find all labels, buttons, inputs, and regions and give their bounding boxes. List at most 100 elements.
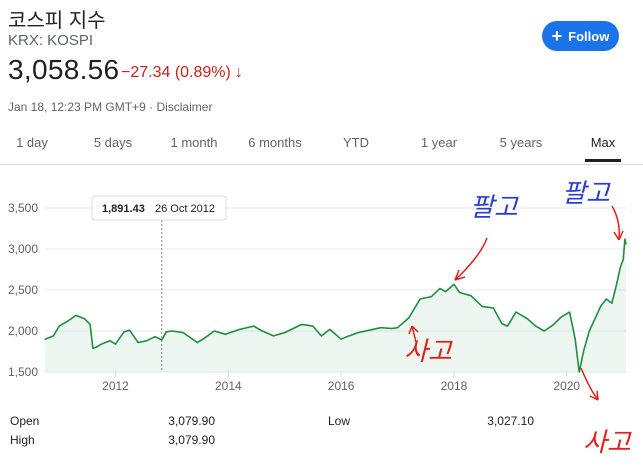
price-point [224,333,227,335]
price-point [470,295,472,297]
price-point [444,291,447,293]
arrow-icon [580,367,599,401]
tab-6-months[interactable]: 6 months [246,124,304,162]
price-point [154,336,156,338]
price-point [44,338,46,340]
arrow-icon [454,237,488,281]
price-change-value: −27.34 (0.89%) [121,64,231,81]
price-point [611,302,613,304]
price-point [605,298,607,300]
price-point [340,338,342,340]
price-point [526,318,528,320]
annotation-buy-text: 사고 [404,336,453,366]
price-point [58,325,60,327]
price-point [619,266,622,268]
exchange-ticker: KRX: KOSPI [8,32,94,49]
price-point [368,329,370,331]
y-tick-label: 3,000 [8,242,38,256]
annotation-sell-2: 팔고 [562,178,624,241]
x-tick-label: 2016 [328,379,355,393]
price-point [574,338,576,340]
price-point [100,343,102,345]
price-point [501,323,503,325]
stat-open-value: 3,079.90 [168,414,215,428]
price-point [396,327,399,329]
price-point [594,318,596,320]
tab-1-year[interactable]: 1 year [419,124,459,162]
stat-high-value: 3,079.90 [168,433,215,447]
price-point [588,330,590,332]
tabs-divider [0,164,643,165]
price-point [459,291,461,294]
price-point [196,341,198,344]
chart-tooltip: 1,891.43 26 Oct 2012 [91,195,227,221]
price-point [625,243,627,245]
tooltip-date: 26 Oct 2012 [155,203,215,215]
price-point [301,323,303,325]
price-point [312,325,314,327]
tab-5-days[interactable]: 5 days [92,124,134,162]
y-tick-label: 3,500 [8,201,38,215]
price-point [114,343,117,345]
price-area-fill [45,239,626,372]
tab-1-day[interactable]: 1 day [16,124,48,162]
price-point [391,327,393,330]
price-point [569,311,571,313]
x-tick-label: 2020 [553,379,580,393]
annotation-buy-text: 사고 [583,427,631,457]
price-point [239,328,241,330]
price-point [213,330,215,332]
price-point [552,324,554,326]
follow-button[interactable]: + Follow [542,21,619,51]
stat-high-label: High [10,433,35,447]
stat-low-label: Low [328,414,351,428]
price-point [543,330,545,332]
price-point [453,283,455,285]
annotation-buy-2-arrow [580,367,599,401]
price-point [346,336,348,338]
price-point [380,327,382,329]
disclaimer-link[interactable]: Disclaimer [156,100,212,114]
price-point [506,325,509,327]
price-point [583,350,585,352]
annotation-sell-text: 팔고 [562,178,611,208]
plus-icon: + [551,26,563,46]
separator-dot: · [149,100,154,114]
range-tabs: 1 day 5 days 1 month 6 months YTD 1 year… [0,124,643,164]
price-point [92,347,94,349]
price-point [253,325,255,327]
tab-5-years[interactable]: 5 years [498,124,544,162]
price-point [145,340,148,342]
price-point [137,341,139,344]
annotation-buy-2: 사고 [583,422,631,459]
tab-max[interactable]: Max [585,124,621,162]
annotation-sell-1: 팔고 [454,192,519,281]
price-chart[interactable]: 1,5002,0002,5003,0003,500 2012 2014 2016 20… [0,170,643,402]
price-point [109,340,111,342]
price-point [83,318,86,320]
price-point [95,346,97,348]
price-point [329,328,331,330]
y-tick-label: 1,500 [8,365,38,379]
price-point [171,330,173,332]
price-point [492,307,494,309]
price-point [430,296,432,298]
follow-label: Follow [568,28,610,44]
price-point [202,338,204,340]
price-point [481,305,483,307]
price-point [320,335,322,337]
x-axis-ticks: 2012 2014 2016 2018 2020 [102,372,580,393]
page-title: 코스피 지수 [8,10,106,32]
tab-ytd[interactable]: YTD [342,124,370,162]
timestamp: Jan 18, 12:23 PM GMT+9 [8,100,146,114]
price-point [129,329,131,331]
price-point [624,238,626,240]
current-price: 3,058.56 [8,54,120,85]
x-tick-label: 2012 [102,379,129,393]
x-tick-label: 2014 [215,379,242,393]
tab-1-month[interactable]: 1 month [169,124,219,162]
price-point [615,284,618,286]
tooltip-value: 1,891.43 [102,203,145,215]
price-point [408,317,410,319]
price-point [67,320,69,322]
